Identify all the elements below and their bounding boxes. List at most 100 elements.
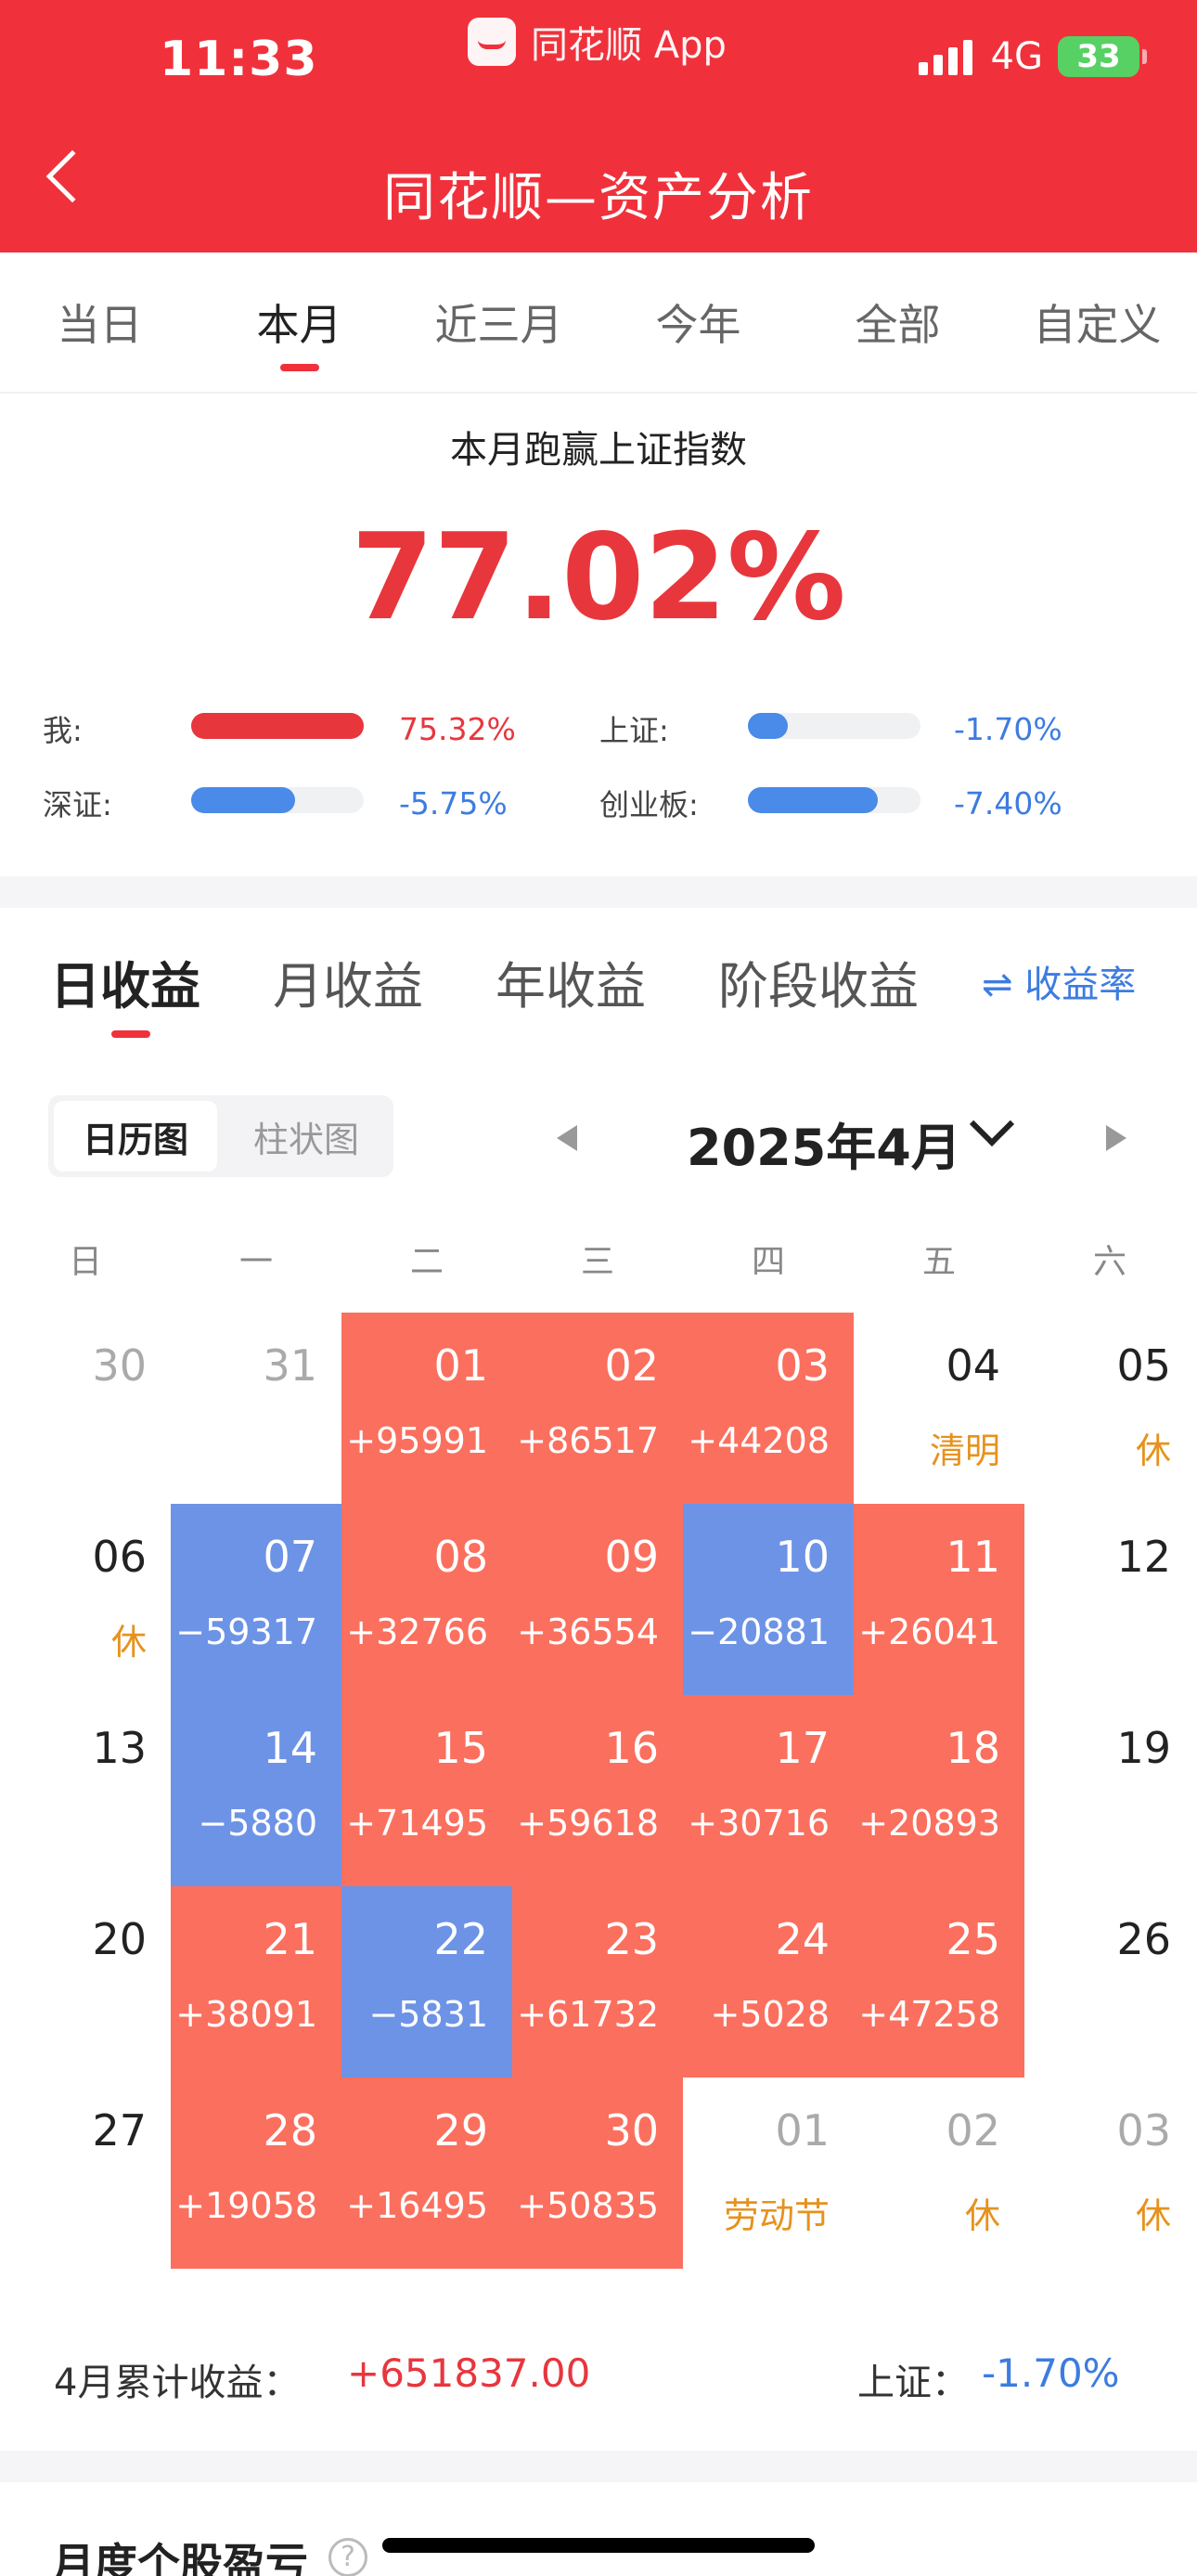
tab-custom[interactable]: 自定义: [998, 291, 1197, 353]
day-earnings: +19058: [175, 2185, 317, 2226]
calendar-day-cell[interactable]: 23 +61732: [512, 1886, 683, 2078]
holiday-label: 劳动节: [723, 2195, 830, 2236]
day-number: 08: [433, 1532, 488, 1582]
calendar-day-cell[interactable]: 06 休: [0, 1504, 171, 1695]
day-number: 23: [604, 1914, 659, 1964]
tab-daily-earnings[interactable]: 日收益: [50, 945, 200, 1018]
calendar-day-cell[interactable]: 26: [1024, 1886, 1195, 2078]
chevron-down-icon[interactable]: [969, 1101, 1015, 1147]
calendar-day-cell[interactable]: 03 +44208: [683, 1313, 854, 1504]
day-number: 01: [433, 1340, 488, 1391]
calendar-day-cell[interactable]: 09 +36554: [512, 1504, 683, 1695]
month-total-label: 4月累计收益：: [54, 2362, 301, 2404]
day-number: 30: [604, 2105, 659, 2155]
app-header: 11:33 同花顺 App 4G 33 同花顺—资产分析: [0, 0, 1197, 252]
compare-bar-fill: [748, 713, 788, 739]
calendar-day-cell[interactable]: 08 +32766: [341, 1504, 512, 1695]
compare-bar-fill: [191, 713, 364, 739]
day-earnings: +5028: [710, 1994, 830, 2035]
calendar-day-cell[interactable]: 27: [0, 2078, 171, 2269]
month-selector[interactable]: 2025年4月: [687, 1107, 961, 1180]
calendar-day-cell[interactable]: 31: [171, 1313, 341, 1504]
tab-label: 本月: [256, 300, 342, 350]
tab-yearly-earnings[interactable]: 年收益: [496, 945, 646, 1018]
calendar-day-cell[interactable]: 29 +16495: [341, 2078, 512, 2269]
earn-tab-underline: [111, 1030, 150, 1038]
calendar-day-cell[interactable]: 22 −5831: [341, 1886, 512, 2078]
calendar-day-cell[interactable]: 13: [0, 1695, 171, 1886]
home-indicator[interactable]: [382, 2538, 815, 2553]
calendar-day-cell[interactable]: 17 +30716: [683, 1695, 854, 1886]
calendar-day-cell[interactable]: 03 休: [1024, 2078, 1195, 2269]
calendar-day-cell[interactable]: 14 −5880: [171, 1695, 341, 1886]
tab-label: 近三月: [434, 300, 563, 350]
holiday-label: 休: [1135, 1430, 1171, 1471]
tab-three-months[interactable]: 近三月: [399, 291, 598, 353]
tab-label: 今年: [655, 300, 741, 350]
compare-bar-chinext: [748, 787, 920, 813]
tab-period-earnings[interactable]: 阶段收益: [718, 945, 919, 1018]
tab-all[interactable]: 全部: [798, 291, 998, 353]
calendar-day-cell[interactable]: 12: [1024, 1504, 1195, 1695]
view-calendar-button[interactable]: 日历图: [54, 1101, 217, 1171]
compare-label-chinext: 创业板:: [599, 787, 699, 822]
holiday-label: 休: [110, 1622, 147, 1663]
calendar-day-cell[interactable]: 15 +71495: [341, 1695, 512, 1886]
compare-bar-shenzhen: [191, 787, 364, 813]
tab-today[interactable]: 当日: [0, 291, 200, 353]
calendar-day-cell[interactable]: 16 +59618: [512, 1695, 683, 1886]
calendar-day-cell[interactable]: 24 +5028: [683, 1886, 854, 2078]
calendar-day-cell[interactable]: 01 劳动节: [683, 2078, 854, 2269]
calendar-day-cell[interactable]: 04 清明: [854, 1313, 1024, 1504]
day-earnings: +61732: [517, 1994, 659, 2035]
day-number: 26: [1116, 1914, 1171, 1964]
section-divider: [0, 876, 1197, 908]
calendar-day-cell[interactable]: 02 +86517: [512, 1313, 683, 1504]
tab-this-month[interactable]: 本月: [200, 291, 399, 371]
compare-value-shanghai: -1.70%: [954, 711, 1062, 747]
calendar-day-cell[interactable]: 07 −59317: [171, 1504, 341, 1695]
day-number: 10: [775, 1532, 830, 1582]
calendar-day-cell[interactable]: 01 +95991: [341, 1313, 512, 1504]
day-number: 16: [604, 1723, 659, 1773]
help-icon[interactable]: ?: [328, 2538, 367, 2576]
compare-bar-shanghai: [748, 713, 920, 739]
rate-toggle-button[interactable]: ⇌ 收益率: [982, 954, 1136, 1008]
app-logo-icon: [468, 18, 516, 66]
calendar-day-cell[interactable]: 25 +47258: [854, 1886, 1024, 2078]
day-number: 29: [433, 2105, 488, 2155]
view-bar-chart-button[interactable]: 柱状图: [225, 1101, 388, 1171]
day-earnings: −59317: [175, 1612, 317, 1652]
weekday-label: 四: [751, 1243, 785, 1281]
calendar-day-cell[interactable]: 10 −20881: [683, 1504, 854, 1695]
calendar-day-cell[interactable]: 30: [0, 1313, 171, 1504]
calendar-day-cell[interactable]: 18 +20893: [854, 1695, 1024, 1886]
day-earnings: +59618: [517, 1803, 659, 1844]
day-earnings: +44208: [688, 1420, 830, 1461]
tab-label: 自定义: [1033, 300, 1162, 350]
calendar-day-cell[interactable]: 20: [0, 1886, 171, 2078]
calendar-day-cell[interactable]: 05 休: [1024, 1313, 1195, 1504]
network-type: 4G: [990, 35, 1043, 78]
calendar-day-cell[interactable]: 30 +50835: [512, 2078, 683, 2269]
calendar-day-cell[interactable]: 28 +19058: [171, 2078, 341, 2269]
weekday-label: 二: [409, 1243, 444, 1281]
calendar-day-cell[interactable]: 02 休: [854, 2078, 1024, 2269]
status-app-indicator[interactable]: 同花顺 App: [468, 15, 727, 69]
day-number: 11: [946, 1532, 1000, 1582]
calendar-day-cell[interactable]: 21 +38091: [171, 1886, 341, 2078]
day-number: 18: [946, 1723, 1000, 1773]
prev-month-icon[interactable]: [557, 1125, 577, 1151]
index-total-label: 上证：: [857, 2362, 969, 2404]
day-number: 09: [604, 1532, 659, 1582]
calendar-day-cell[interactable]: 19: [1024, 1695, 1195, 1886]
day-earnings: +50835: [517, 2185, 659, 2226]
day-earnings: +32766: [346, 1612, 488, 1652]
day-number: 20: [92, 1914, 147, 1964]
tab-this-year[interactable]: 今年: [598, 291, 798, 353]
tab-monthly-earnings[interactable]: 月收益: [273, 945, 423, 1018]
day-number: 24: [775, 1914, 830, 1964]
next-month-icon[interactable]: [1106, 1125, 1126, 1151]
calendar-day-cell[interactable]: 11 +26041: [854, 1504, 1024, 1695]
weekday-label: 三: [580, 1243, 614, 1281]
